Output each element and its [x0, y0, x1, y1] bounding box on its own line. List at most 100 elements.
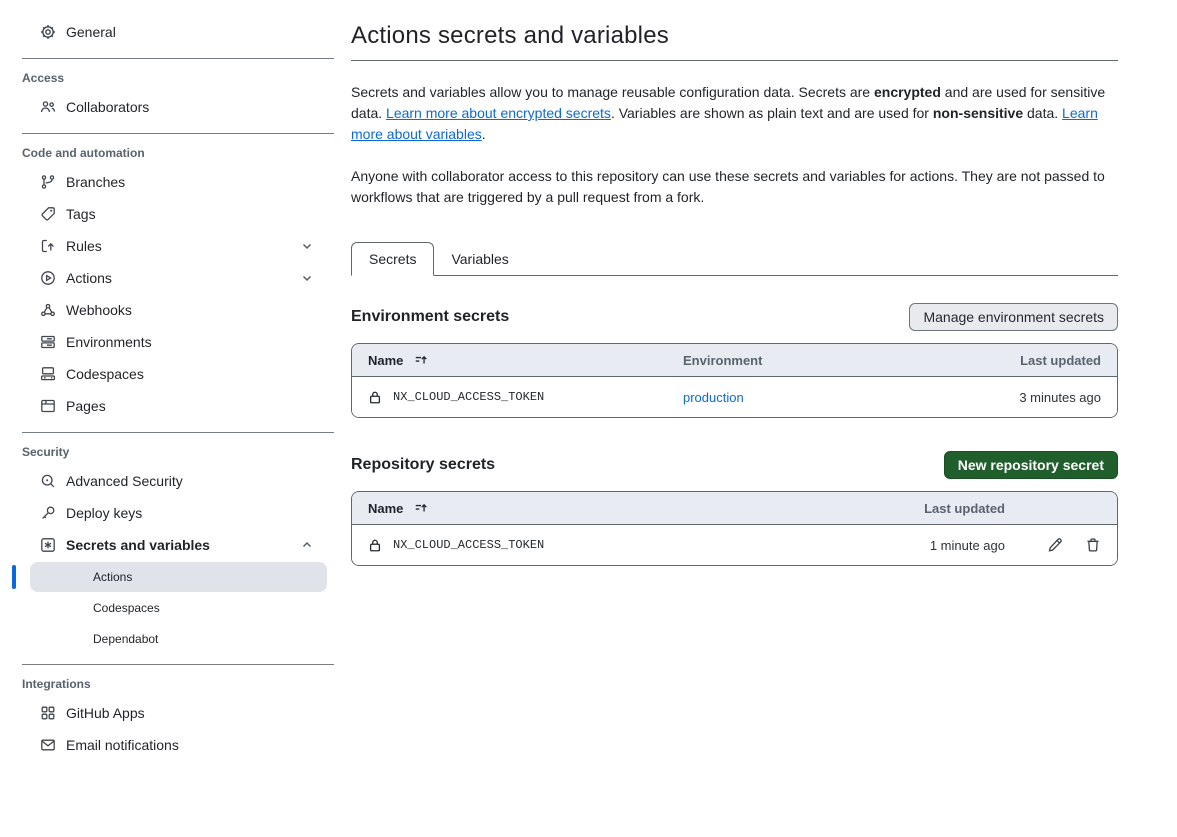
sidebar-subitem-actions[interactable]: Actions: [30, 562, 327, 592]
sidebar-subitem-label: Dependabot: [93, 632, 158, 646]
delete-trash-icon[interactable]: [1085, 537, 1101, 553]
sidebar-item-label: Webhooks: [66, 302, 132, 318]
column-label: Name: [368, 353, 403, 368]
sidebar-section-access: Access: [0, 71, 334, 85]
sidebar-divider: [22, 133, 334, 134]
sidebar-divider: [22, 664, 334, 665]
people-icon: [40, 99, 56, 115]
sidebar-item-label: Pages: [66, 398, 106, 414]
intro-text: data.: [1023, 105, 1062, 121]
tag-icon: [40, 206, 56, 222]
sidebar-item-tags[interactable]: Tags: [0, 198, 334, 230]
environment-secrets-header: Environment secrets Manage environment s…: [351, 302, 1118, 331]
sidebar-item-branches[interactable]: Branches: [0, 166, 334, 198]
codespaces-icon: [40, 366, 56, 382]
sidebar-item-label: Deploy keys: [66, 505, 142, 521]
sidebar-item-label: Actions: [66, 270, 112, 286]
chevron-up-icon[interactable]: [300, 538, 314, 552]
column-label: Name: [368, 501, 403, 516]
sidebar-item-rules[interactable]: Rules: [0, 230, 334, 262]
play-icon: [40, 270, 56, 286]
page-title: Actions secrets and variables: [351, 22, 1118, 50]
sidebar-item-label: Secrets and variables: [66, 537, 210, 553]
edit-pencil-icon[interactable]: [1047, 537, 1063, 553]
new-repository-secret-button[interactable]: New repository secret: [944, 451, 1118, 479]
last-updated-value: 3 minutes ago: [941, 390, 1101, 405]
sidebar-item-label: General: [66, 24, 116, 40]
tab-secrets[interactable]: Secrets: [351, 242, 434, 276]
tab-variables[interactable]: Variables: [434, 243, 525, 275]
sidebar-item-github-apps[interactable]: GitHub Apps: [0, 697, 334, 729]
sidebar-item-label: Tags: [66, 206, 96, 222]
codescan-icon: [40, 473, 56, 489]
column-header-name[interactable]: Name: [368, 501, 875, 516]
browser-icon: [40, 398, 56, 414]
sidebar-subitem-codespaces[interactable]: Codespaces: [30, 593, 327, 623]
environment-secrets-title: Environment secrets: [351, 308, 509, 326]
repository-secrets-title: Repository secrets: [351, 456, 495, 474]
sidebar-subitem-label: Codespaces: [93, 601, 160, 615]
column-header-last-updated: Last updated: [941, 353, 1101, 368]
secret-name: NX_CLOUD_ACCESS_TOKEN: [393, 538, 544, 552]
sidebar-item-general[interactable]: General: [0, 16, 334, 48]
sidebar-item-actions[interactable]: Actions: [0, 262, 334, 294]
sort-ascending-icon: [414, 501, 428, 515]
sidebar-subitem-label: Actions: [93, 570, 132, 584]
intro-text: . Variables are shown as plain text and …: [611, 105, 933, 121]
sidebar-item-label: Branches: [66, 174, 125, 190]
key-asterisk-icon: [40, 537, 56, 553]
manage-environment-secrets-button[interactable]: Manage environment secrets: [909, 303, 1118, 331]
column-header-last-updated: Last updated: [875, 501, 1005, 516]
environment-link-production[interactable]: production: [683, 390, 941, 405]
sidebar-item-environments[interactable]: Environments: [0, 326, 334, 358]
sort-ascending-icon: [414, 353, 428, 367]
mail-icon: [40, 737, 56, 753]
learn-more-encrypted-secrets-link[interactable]: Learn more about encrypted secrets: [386, 105, 611, 121]
apps-icon: [40, 705, 56, 721]
sidebar-divider: [22, 58, 334, 59]
sidebar-item-email-notifications[interactable]: Email notifications: [0, 729, 334, 761]
repository-secrets-table: Name Last updated NX_CLOUD_ACCESS_TOK: [351, 491, 1118, 566]
title-divider: [351, 60, 1118, 61]
settings-page: General Access Collaborators Code and au…: [0, 0, 1177, 761]
column-header-name[interactable]: Name: [368, 353, 683, 368]
environment-secret-row: NX_CLOUD_ACCESS_TOKEN production 3 minut…: [352, 377, 1117, 417]
key-icon: [40, 505, 56, 521]
sidebar-item-secrets-and-variables[interactable]: Secrets and variables: [0, 529, 334, 561]
environment-secrets-table: Name Environment Last updated NX_CLOUD: [351, 343, 1118, 418]
sidebar-item-collaborators[interactable]: Collaborators: [0, 91, 334, 123]
sidebar-item-label: Rules: [66, 238, 102, 254]
intro-text: Secrets and variables allow you to manag…: [351, 84, 874, 100]
rules-icon: [40, 238, 56, 254]
gear-icon: [40, 24, 56, 40]
sidebar-section-code-automation: Code and automation: [0, 146, 334, 160]
sidebar-item-webhooks[interactable]: Webhooks: [0, 294, 334, 326]
chevron-down-icon[interactable]: [300, 271, 314, 285]
sidebar-item-label: Collaborators: [66, 99, 149, 115]
sidebar-item-label: GitHub Apps: [66, 705, 145, 721]
sidebar-item-label: Email notifications: [66, 737, 179, 753]
sidebar-item-deploy-keys[interactable]: Deploy keys: [0, 497, 334, 529]
main-content: Actions secrets and variables Secrets an…: [351, 0, 1118, 761]
sidebar-subitem-dependabot[interactable]: Dependabot: [30, 624, 327, 654]
intro-text: .: [482, 126, 486, 142]
lock-icon: [368, 390, 382, 405]
column-header-environment: Environment: [683, 353, 941, 368]
collaborator-access-paragraph: Anyone with collaborator access to this …: [351, 166, 1118, 208]
sidebar-item-advanced-security[interactable]: Advanced Security: [0, 465, 334, 497]
sidebar-item-label: Codespaces: [66, 366, 144, 382]
intro-paragraph: Secrets and variables allow you to manag…: [351, 82, 1118, 145]
secret-name: NX_CLOUD_ACCESS_TOKEN: [393, 390, 544, 404]
sidebar-divider: [22, 432, 334, 433]
chevron-down-icon[interactable]: [300, 239, 314, 253]
settings-sidebar: General Access Collaborators Code and au…: [0, 0, 334, 761]
lock-icon: [368, 538, 382, 553]
intro-bold-encrypted: encrypted: [874, 84, 941, 100]
secret-name-cell: NX_CLOUD_ACCESS_TOKEN: [368, 390, 683, 405]
intro-bold-non-sensitive: non-sensitive: [933, 105, 1023, 121]
sidebar-item-codespaces[interactable]: Codespaces: [0, 358, 334, 390]
sidebar-item-pages[interactable]: Pages: [0, 390, 334, 422]
table-header-row: Name Environment Last updated: [352, 344, 1117, 377]
webhook-icon: [40, 302, 56, 318]
sidebar-item-label: Environments: [66, 334, 152, 350]
